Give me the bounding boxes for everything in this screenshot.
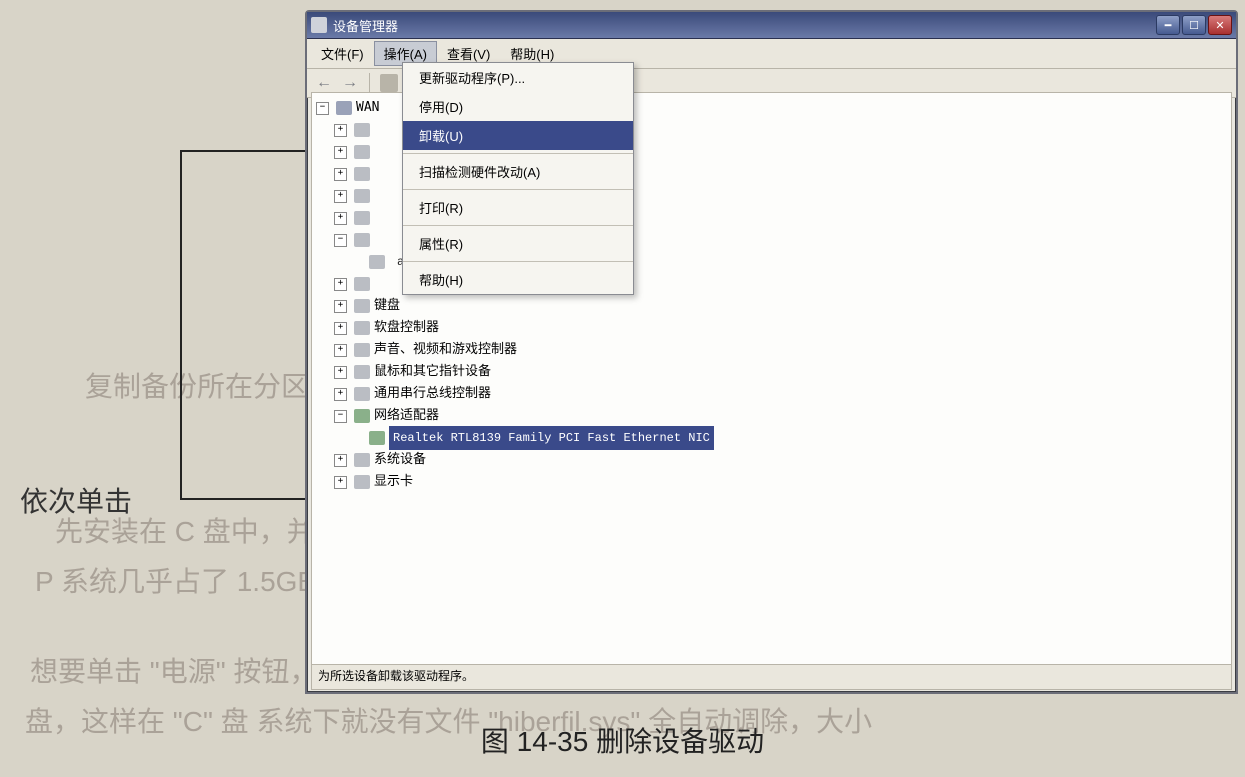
device-icon	[369, 255, 385, 269]
toolbar-icon[interactable]	[378, 72, 400, 94]
menu-file[interactable]: 文件(F)	[311, 41, 374, 66]
tree-label: 系统设备	[374, 449, 426, 471]
tree-node-network[interactable]: − 网络适配器	[316, 405, 1227, 427]
tree-node-usb[interactable]: + 通用串行总线控制器	[316, 383, 1227, 405]
menu-properties[interactable]: 属性(R)	[403, 229, 633, 258]
arrow-line	[180, 150, 182, 500]
tree-node-nic[interactable]: Realtek RTL8139 Family PCI Fast Ethernet…	[316, 427, 1227, 449]
window-title: 设备管理器	[333, 16, 398, 35]
tree-root-label: WAN	[356, 97, 379, 119]
expand-icon[interactable]: +	[334, 388, 347, 401]
tree-label: 声音、视频和游戏控制器	[374, 339, 517, 361]
device-icon	[354, 233, 370, 247]
floppy-icon	[354, 321, 370, 335]
expand-icon[interactable]: +	[334, 168, 347, 181]
titlebar[interactable]: 设备管理器 ━ ☐ ✕	[307, 12, 1236, 39]
expand-icon[interactable]: +	[334, 366, 347, 379]
tree-node-mouse[interactable]: + 鼠标和其它指针设备	[316, 361, 1227, 383]
menu-separator	[403, 225, 633, 226]
usb-icon	[354, 387, 370, 401]
nav-forward-button[interactable]: →	[339, 72, 361, 94]
device-icon	[354, 277, 370, 291]
expand-icon[interactable]: +	[334, 124, 347, 137]
expand-icon[interactable]: +	[334, 322, 347, 335]
expand-icon[interactable]: +	[334, 146, 347, 159]
tree-node-keyboard[interactable]: + 键盘	[316, 295, 1227, 317]
app-icon	[311, 17, 327, 33]
expand-icon[interactable]: +	[334, 278, 347, 291]
expand-icon[interactable]: +	[334, 344, 347, 357]
expand-icon[interactable]: +	[334, 476, 347, 489]
computer-icon	[336, 101, 352, 115]
statusbar: 为所选设备卸载该驱动程序。	[311, 664, 1232, 690]
device-manager-window: 设备管理器 ━ ☐ ✕ 文件(F) 操作(A) 查看(V) 帮助(H) ← → …	[305, 10, 1238, 694]
tree-label: 软盘控制器	[374, 317, 439, 339]
menu-update-driver[interactable]: 更新驱动程序(P)...	[403, 63, 633, 92]
mouse-icon	[354, 365, 370, 379]
menu-separator	[403, 153, 633, 154]
device-icon	[354, 167, 370, 181]
tree-label: 鼠标和其它指针设备	[374, 361, 491, 383]
nic-icon	[369, 431, 385, 445]
system-icon	[354, 453, 370, 467]
menu-separator	[403, 261, 633, 262]
statusbar-text: 为所选设备卸载该驱动程序。	[318, 669, 474, 683]
expand-icon[interactable]: +	[334, 300, 347, 313]
menu-disable[interactable]: 停用(D)	[403, 92, 633, 121]
tree-node-system[interactable]: + 系统设备	[316, 449, 1227, 471]
network-icon	[354, 409, 370, 423]
device-icon	[354, 123, 370, 137]
tree-node-floppy[interactable]: + 软盘控制器	[316, 317, 1227, 339]
tree-label-selected: Realtek RTL8139 Family PCI Fast Ethernet…	[389, 426, 714, 450]
minimize-button[interactable]: ━	[1156, 15, 1180, 35]
expand-icon[interactable]: +	[334, 454, 347, 467]
action-dropdown: 更新驱动程序(P)... 停用(D) 卸载(U) 扫描检测硬件改动(A) 打印(…	[402, 62, 634, 295]
device-icon	[354, 189, 370, 203]
menu-uninstall[interactable]: 卸载(U)	[403, 121, 633, 150]
menu-scan-hardware[interactable]: 扫描检测硬件改动(A)	[403, 157, 633, 186]
nav-back-button[interactable]: ←	[313, 72, 335, 94]
tree-node-sound[interactable]: + 声音、视频和游戏控制器	[316, 339, 1227, 361]
device-icon	[354, 211, 370, 225]
menu-help[interactable]: 帮助(H)	[403, 265, 633, 294]
expand-icon[interactable]: +	[334, 212, 347, 225]
menu-separator	[403, 189, 633, 190]
collapse-icon[interactable]: −	[316, 102, 329, 115]
display-icon	[354, 475, 370, 489]
menu-print[interactable]: 打印(R)	[403, 193, 633, 222]
separator	[369, 73, 370, 93]
figure-caption: 图 14-35 删除设备驱动	[0, 720, 1245, 760]
close-button[interactable]: ✕	[1208, 15, 1232, 35]
tree-label: 网络适配器	[374, 405, 439, 427]
collapse-icon[interactable]: −	[334, 234, 347, 247]
annotation-label: 依次单击	[20, 480, 132, 520]
tree-label: 键盘	[374, 295, 400, 317]
collapse-icon[interactable]: −	[334, 410, 347, 423]
expand-icon[interactable]: +	[334, 190, 347, 203]
maximize-button[interactable]: ☐	[1182, 15, 1206, 35]
tree-label: 显示卡	[374, 471, 413, 493]
tree-label: 通用串行总线控制器	[374, 383, 491, 405]
sound-icon	[354, 343, 370, 357]
device-icon	[354, 145, 370, 159]
tree-node-display[interactable]: + 显示卡	[316, 471, 1227, 493]
keyboard-icon	[354, 299, 370, 313]
